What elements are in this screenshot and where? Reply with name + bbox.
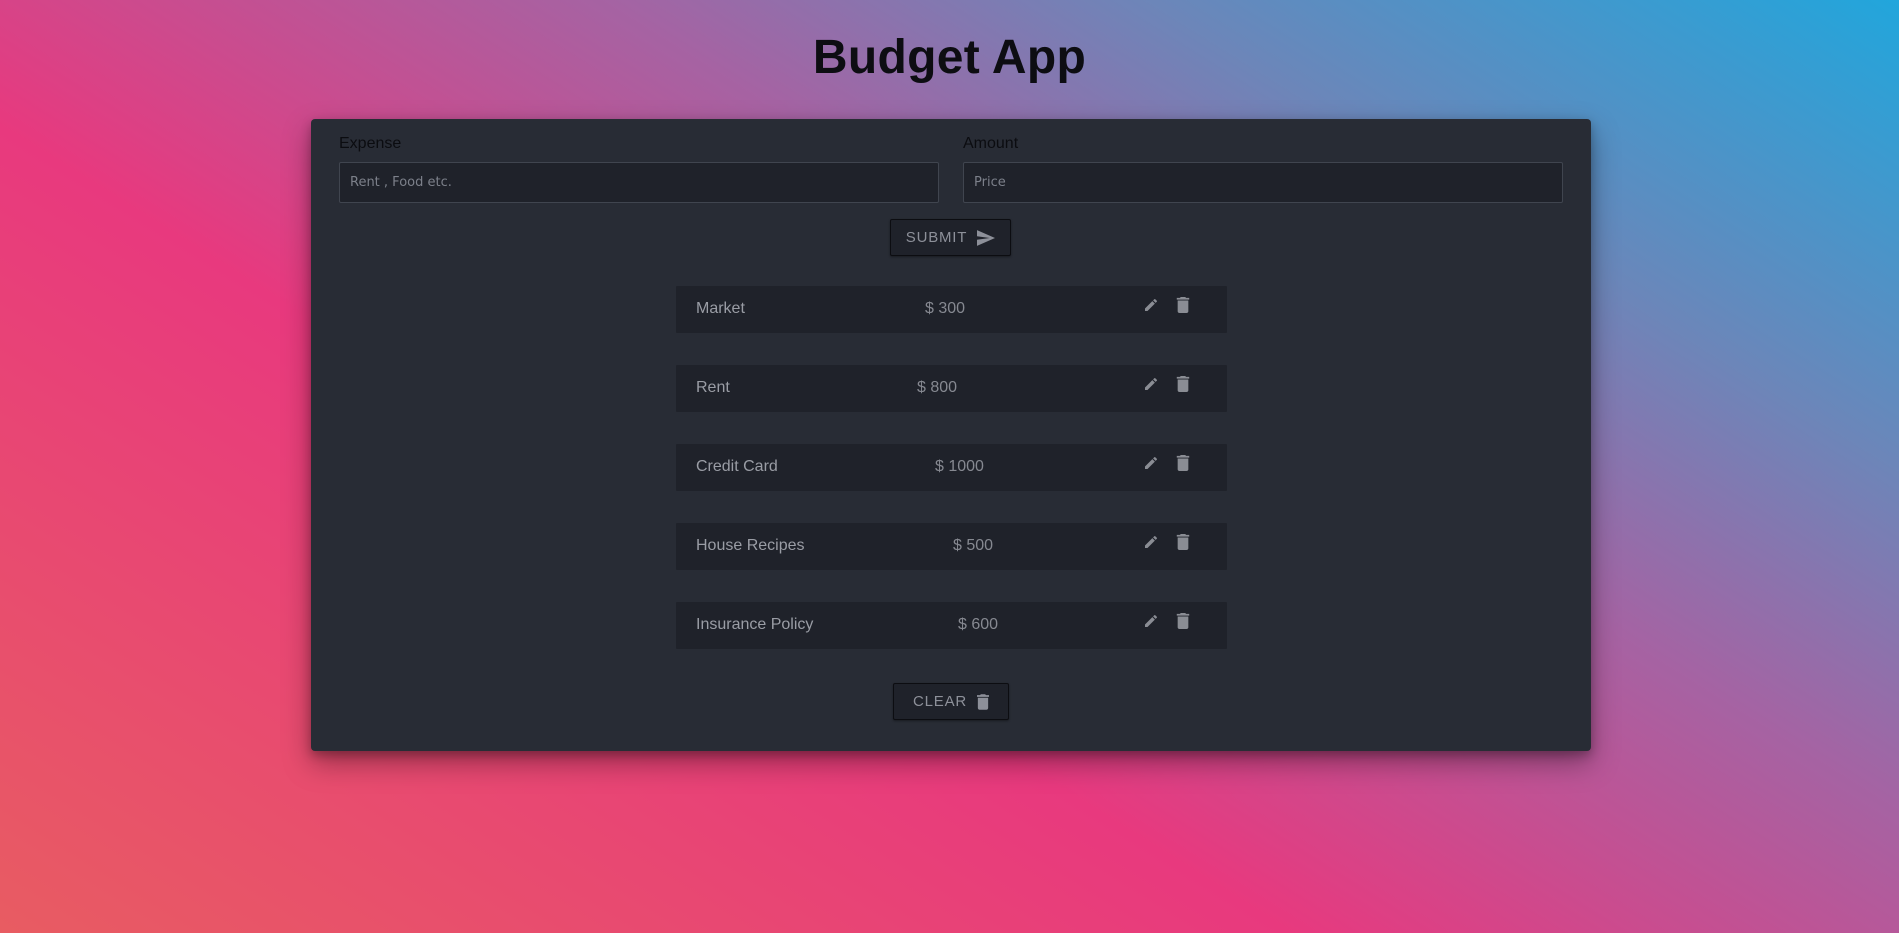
amount-input[interactable] bbox=[963, 162, 1563, 203]
page-title: Budget App bbox=[812, 31, 1087, 84]
expense-item-name: Credit Card bbox=[696, 458, 778, 475]
send-icon bbox=[977, 229, 996, 246]
expense-item-name: Rent bbox=[696, 379, 730, 396]
pencil-icon[interactable] bbox=[1143, 455, 1159, 476]
budget-card: Expense Amount SUBMIT Market $ 300 Rent … bbox=[311, 119, 1591, 751]
pencil-icon[interactable] bbox=[1143, 376, 1159, 397]
clear-button[interactable]: CLEAR bbox=[893, 683, 1009, 720]
submit-button[interactable]: SUBMIT bbox=[890, 219, 1011, 256]
expense-item-amount: $ 500 bbox=[953, 537, 994, 554]
trash-icon bbox=[977, 693, 990, 710]
trash-icon[interactable] bbox=[1176, 376, 1190, 397]
trash-icon[interactable] bbox=[1176, 297, 1190, 318]
expense-item-name: Insurance Policy bbox=[696, 616, 814, 633]
pencil-icon[interactable] bbox=[1143, 613, 1159, 634]
expense-item: House Recipes $ 500 bbox=[676, 523, 1227, 570]
trash-icon[interactable] bbox=[1176, 534, 1190, 555]
expense-list: Market $ 300 Rent $ 800 Credit Card $ 10… bbox=[676, 286, 1227, 681]
expense-item: Rent $ 800 bbox=[676, 365, 1227, 412]
amount-label: Amount bbox=[963, 135, 1019, 152]
expense-item: Credit Card $ 1000 bbox=[676, 444, 1227, 491]
expense-item-amount: $ 600 bbox=[958, 616, 999, 633]
expense-item: Insurance Policy $ 600 bbox=[676, 602, 1227, 649]
pencil-icon[interactable] bbox=[1143, 534, 1159, 555]
pencil-icon[interactable] bbox=[1143, 297, 1159, 318]
expense-item-name: House Recipes bbox=[696, 537, 805, 554]
expense-item-amount: $ 800 bbox=[917, 379, 958, 396]
expense-item-amount: $ 300 bbox=[925, 300, 966, 317]
clear-button-label: CLEAR bbox=[912, 693, 968, 710]
submit-button-label: SUBMIT bbox=[905, 229, 968, 246]
expense-label: Expense bbox=[339, 135, 402, 152]
trash-icon[interactable] bbox=[1176, 455, 1190, 476]
expense-item: Market $ 300 bbox=[676, 286, 1227, 333]
expense-input[interactable] bbox=[339, 162, 939, 203]
trash-icon[interactable] bbox=[1176, 613, 1190, 634]
expense-item-amount: $ 1000 bbox=[935, 458, 984, 475]
expense-item-name: Market bbox=[696, 300, 745, 317]
